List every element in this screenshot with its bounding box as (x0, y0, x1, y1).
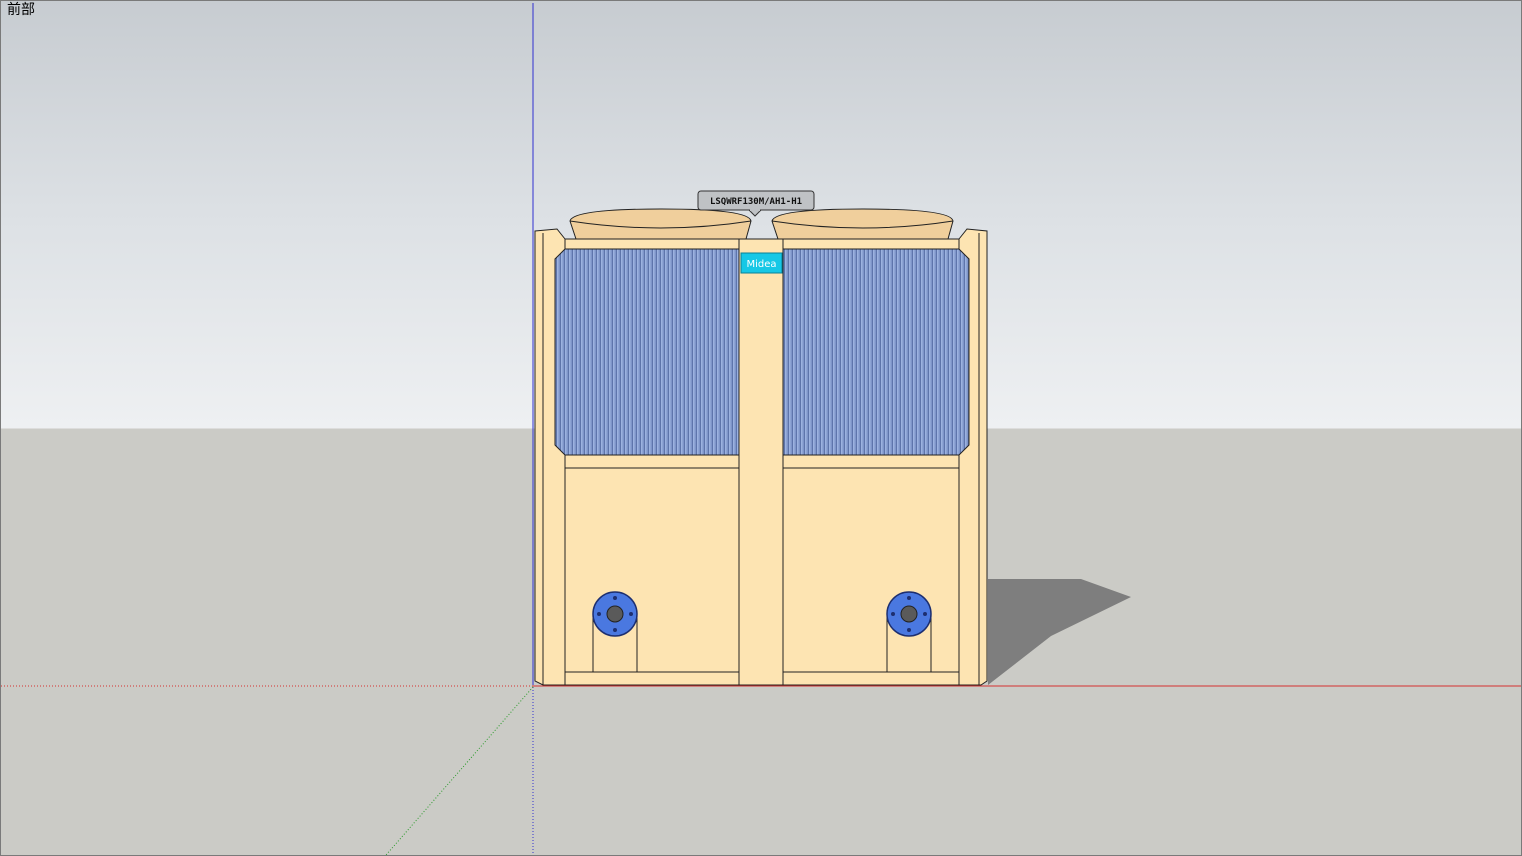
modeling-viewport[interactable]: 前部 Midea LSQWRF130M/AH1-H1 (0, 0, 1522, 856)
coil-panel-right (782, 248, 970, 456)
model-shadow (988, 579, 1131, 685)
green-axis-dotted (385, 686, 534, 855)
fan-shroud-left (569, 208, 752, 240)
model-tag-text: LSQWRF130M/AH1-H1 (710, 197, 802, 207)
brand-logo-text: Midea (746, 259, 776, 270)
lower-panel-left (564, 454, 740, 686)
water-flange-right[interactable] (886, 591, 932, 637)
water-flange-left[interactable] (592, 591, 638, 637)
top-rail-right (782, 238, 960, 250)
center-column (738, 238, 784, 686)
coil-panel-left (554, 248, 740, 456)
chiller-unit-model[interactable]: Midea LSQWRF130M/AH1-H1 (534, 190, 988, 686)
top-rail-left (564, 238, 740, 250)
scene-canvas[interactable]: Midea LSQWRF130M/AH1-H1 (1, 1, 1521, 855)
lower-panel-right (782, 454, 960, 686)
fan-shroud-right (771, 208, 954, 240)
